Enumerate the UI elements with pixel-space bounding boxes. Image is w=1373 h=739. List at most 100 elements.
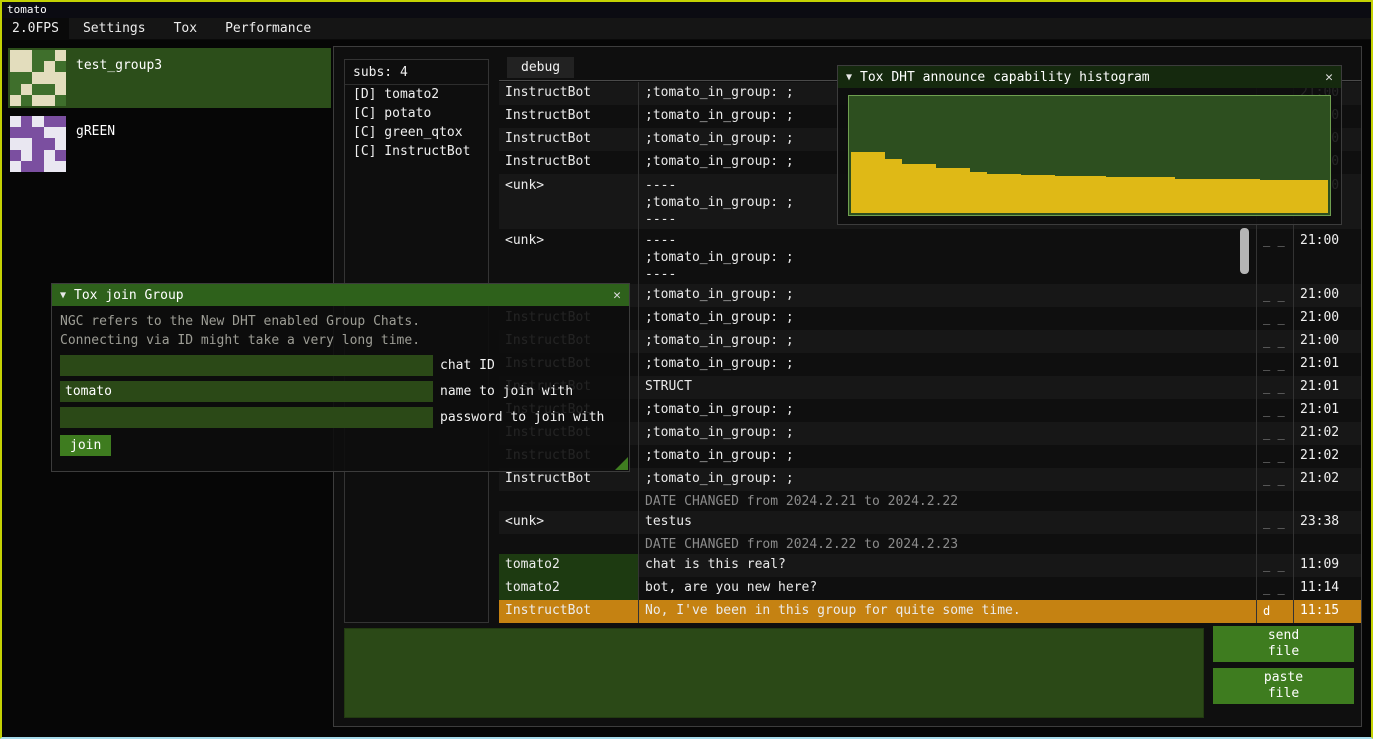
menubar: 2.0FPSSettingsToxPerformance bbox=[2, 18, 1371, 40]
menu-item-performance[interactable]: Performance bbox=[211, 18, 325, 39]
join-button[interactable]: join bbox=[60, 435, 111, 456]
os-titlebar: tomato bbox=[2, 2, 1371, 18]
message-text: chat is this real? bbox=[638, 554, 1256, 577]
group-avatar bbox=[10, 50, 66, 106]
message-input[interactable] bbox=[344, 628, 1204, 718]
message-time: 21:00 bbox=[1293, 229, 1361, 284]
send-file-button[interactable]: send file bbox=[1213, 626, 1354, 662]
menu-item-settings[interactable]: Settings bbox=[69, 18, 160, 39]
message-text: ;tomato_in_group: ; bbox=[638, 422, 1256, 445]
member-item[interactable]: [C] green_qtox bbox=[345, 123, 488, 142]
histogram-bar bbox=[1209, 179, 1226, 214]
histogram-bar bbox=[1294, 180, 1311, 213]
dht-histogram-titlebar[interactable]: ▼ Tox DHT announce capability histogram … bbox=[838, 66, 1341, 88]
chat-scrollbar[interactable] bbox=[1240, 228, 1249, 274]
delivery-flags: _ _ bbox=[1256, 229, 1293, 284]
message-text: STRUCT bbox=[638, 376, 1256, 399]
sender-name: <unk> bbox=[499, 229, 638, 284]
resize-grip[interactable] bbox=[615, 457, 628, 470]
histogram-bar bbox=[1311, 180, 1328, 213]
tab-debug[interactable]: debug bbox=[507, 57, 574, 78]
join-name-input[interactable] bbox=[60, 381, 433, 402]
message-time: 21:01 bbox=[1293, 399, 1361, 422]
histogram-bar bbox=[1038, 175, 1055, 213]
close-icon[interactable]: ✕ bbox=[613, 288, 621, 303]
message-time: 21:01 bbox=[1293, 376, 1361, 399]
delivery-flags: _ _ bbox=[1256, 511, 1293, 534]
message-text: ;tomato_in_group: ; bbox=[638, 445, 1256, 468]
join-group-body: NGC refers to the New DHT enabled Group … bbox=[52, 306, 629, 471]
histogram-bar bbox=[1004, 174, 1021, 213]
message-row: tomato2bot, are you new here?_ _11:14 bbox=[499, 577, 1361, 600]
sender-name: InstructBot bbox=[499, 128, 638, 151]
message-time: 21:02 bbox=[1293, 445, 1361, 468]
chat-id-input[interactable] bbox=[60, 355, 433, 376]
member-list: [D] tomato2[C] potato[C] green_qtox[C] I… bbox=[345, 85, 488, 161]
join-password-label: password to join with bbox=[433, 410, 604, 425]
group-item-gREEN[interactable]: gREEN bbox=[8, 114, 331, 174]
join-password-input[interactable] bbox=[60, 407, 433, 428]
histogram-bar bbox=[970, 172, 987, 213]
histogram-bar bbox=[885, 159, 902, 213]
sender-name: tomato2 bbox=[499, 554, 638, 577]
histogram-bar bbox=[1106, 177, 1123, 213]
delivery-flags: _ _ bbox=[1256, 284, 1293, 307]
date-separator-row: DATE CHANGED from 2024.2.21 to 2024.2.22 bbox=[499, 491, 1361, 511]
date-changed-text: DATE CHANGED from 2024.2.22 to 2024.2.23 bbox=[638, 534, 1256, 554]
date-changed-text: DATE CHANGED from 2024.2.21 to 2024.2.22 bbox=[638, 491, 1256, 511]
histogram-bar bbox=[1226, 179, 1243, 214]
delivery-flags: _ _ bbox=[1256, 376, 1293, 399]
collapse-arrow-icon[interactable]: ▼ bbox=[60, 290, 66, 301]
message-time: 21:02 bbox=[1293, 468, 1361, 491]
histogram-bar bbox=[953, 168, 970, 213]
join-group-titlebar[interactable]: ▼ Tox join Group ✕ bbox=[52, 284, 629, 306]
message-time: 11:09 bbox=[1293, 554, 1361, 577]
join-group-window: ▼ Tox join Group ✕ NGC refers to the New… bbox=[51, 283, 630, 472]
histogram-bar bbox=[1192, 179, 1209, 214]
member-item[interactable]: [C] potato bbox=[345, 104, 488, 123]
delivery-flags: _ _ bbox=[1256, 577, 1293, 600]
dht-histogram-title: Tox DHT announce capability histogram bbox=[860, 70, 1150, 85]
close-icon[interactable]: ✕ bbox=[1325, 70, 1333, 85]
histogram-bar bbox=[1141, 177, 1158, 213]
histogram-bar bbox=[1124, 177, 1141, 213]
collapse-arrow-icon[interactable]: ▼ bbox=[846, 72, 852, 83]
message-text: ;tomato_in_group: ; bbox=[638, 353, 1256, 376]
message-text: No, I've been in this group for quite so… bbox=[638, 600, 1256, 623]
histogram-bar bbox=[1055, 176, 1072, 213]
message-text: testus bbox=[638, 511, 1256, 534]
member-item[interactable]: [D] tomato2 bbox=[345, 85, 488, 104]
message-text: ;tomato_in_group: ; bbox=[638, 399, 1256, 422]
menu-item-2-0fps: 2.0FPS bbox=[2, 18, 69, 39]
delivery-flags: _ _ bbox=[1256, 422, 1293, 445]
paste-file-button[interactable]: paste file bbox=[1213, 668, 1354, 704]
message-text: ;tomato_in_group: ; bbox=[638, 307, 1256, 330]
message-text: bot, are you new here? bbox=[638, 577, 1256, 600]
group-item-test_group3[interactable]: test_group3 bbox=[8, 48, 331, 108]
group-name: gREEN bbox=[66, 116, 115, 172]
delivery-flags: _ _ bbox=[1256, 445, 1293, 468]
member-item[interactable]: [C] InstructBot bbox=[345, 142, 488, 161]
message-text: ---- ;tomato_in_group: ; ---- bbox=[638, 229, 1256, 284]
group-list: test_group3 gREEN bbox=[6, 48, 333, 174]
join-name-label: name to join with bbox=[433, 384, 573, 399]
delivery-flags: _ _ bbox=[1256, 554, 1293, 577]
message-text: ;tomato_in_group: ; bbox=[638, 284, 1256, 307]
histogram-bar bbox=[1072, 176, 1089, 213]
window-title: tomato bbox=[7, 3, 47, 16]
message-row: <unk>---- ;tomato_in_group: ; ----_ _21:… bbox=[499, 229, 1361, 284]
histogram-bar bbox=[1175, 179, 1192, 214]
histogram-bar bbox=[902, 164, 919, 213]
menu-item-tox[interactable]: Tox bbox=[160, 18, 211, 39]
histogram-bar bbox=[1243, 179, 1260, 214]
sender-name: InstructBot bbox=[499, 600, 638, 623]
message-time: 23:38 bbox=[1293, 511, 1361, 534]
sender-name: InstructBot bbox=[499, 82, 638, 105]
histogram-bar bbox=[987, 174, 1004, 213]
dht-histogram-plot bbox=[848, 95, 1331, 216]
subs-count-header: subs: 4 bbox=[345, 60, 488, 85]
histogram-bar bbox=[1158, 177, 1175, 213]
delivery-flags: _ _ bbox=[1256, 330, 1293, 353]
message-time: 21:00 bbox=[1293, 307, 1361, 330]
message-row: InstructBotNo, I've been in this group f… bbox=[499, 600, 1361, 623]
